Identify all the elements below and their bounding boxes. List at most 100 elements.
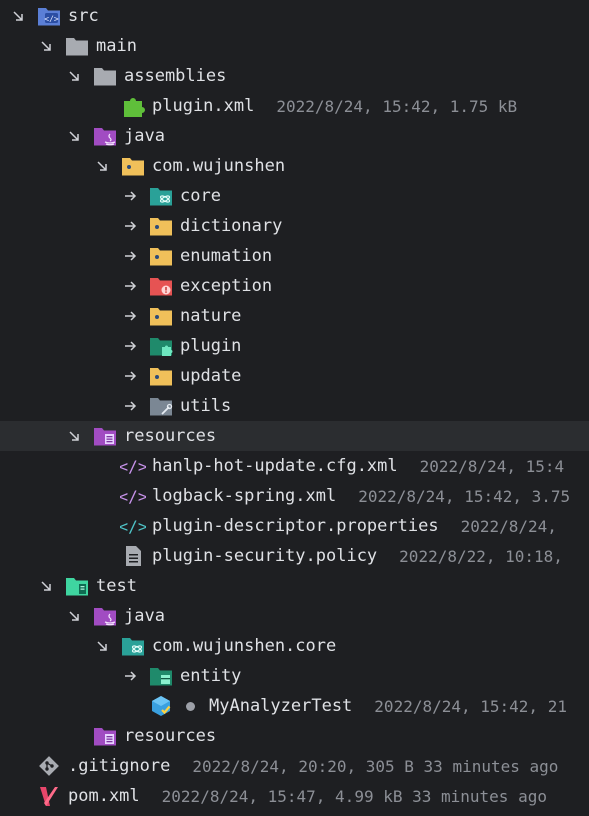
chevron-collapsed-icon[interactable] — [120, 301, 140, 331]
tree-scrollbar[interactable] — [583, 0, 589, 816]
tree-item-label: utils — [180, 396, 232, 416]
tree-row-plugin-security-policy[interactable]: plugin-security.policy 2022/8/22, 10:18, — [0, 541, 589, 571]
tree-row-entity[interactable]: entity — [0, 661, 589, 691]
tree-row-gitignore[interactable]: .gitignore 2022/8/24, 20:20, 305 B 33 min… — [0, 751, 589, 781]
tree-row-com-wujunshen-core[interactable]: com.wujunshen.core — [0, 631, 589, 661]
tree-row-resources[interactable]: resources — [0, 721, 589, 751]
tree-item-label: entity — [180, 666, 242, 686]
chevron-collapsed-icon[interactable] — [120, 181, 140, 211]
chevron-expanded-icon[interactable] — [92, 151, 112, 181]
no-arrow — [8, 781, 28, 811]
tree-row-java[interactable]: java — [0, 121, 589, 151]
no-arrow — [92, 511, 112, 541]
core-package-icon — [148, 183, 174, 209]
tree-row-hanlp-hot-update-cfg-xml[interactable]: </> hanlp-hot-update.cfg.xml 2022/8/24, 1… — [0, 451, 589, 481]
utils-package-icon — [148, 393, 174, 419]
chevron-expanded-icon[interactable] — [64, 601, 84, 631]
tree-row-java[interactable]: java — [0, 601, 589, 631]
resources-folder-icon — [92, 423, 118, 449]
tree-item-label: plugin-descriptor.properties — [152, 516, 439, 536]
chevron-collapsed-icon[interactable] — [120, 391, 140, 421]
tree-item-label: plugin.xml — [152, 96, 255, 116]
file-meta: 2022/8/22, 10:18, — [399, 546, 563, 566]
tree-row-core[interactable]: core — [0, 181, 589, 211]
tree-item-label: update — [180, 366, 242, 386]
tree-item-label: com.wujunshen — [152, 156, 286, 176]
tree-item-label: plugin — [180, 336, 242, 356]
tree-item-label: plugin-security.policy — [152, 546, 378, 566]
tree-item-label: test — [96, 576, 137, 596]
chevron-expanded-icon[interactable] — [64, 61, 84, 91]
tree-row-dictionary[interactable]: dictionary — [0, 211, 589, 241]
chevron-expanded-icon[interactable] — [8, 1, 28, 31]
file-meta: 2022/8/24, — [460, 516, 557, 536]
chevron-expanded-icon[interactable] — [64, 421, 84, 451]
chevron-expanded-icon[interactable] — [36, 571, 56, 601]
xml-file-icon: </> — [120, 483, 146, 509]
chevron-collapsed-icon[interactable] — [120, 331, 140, 361]
entity-package-icon — [148, 663, 174, 689]
chevron-collapsed-icon[interactable] — [120, 661, 140, 691]
tree-item-label: java — [124, 606, 165, 626]
svg-text:</>: </> — [120, 457, 146, 476]
chevron-collapsed-icon[interactable] — [120, 241, 140, 271]
chevron-expanded-icon[interactable] — [92, 631, 112, 661]
package-folder-icon — [148, 243, 174, 269]
tree-row-plugin-descriptor-properties[interactable]: </> plugin-descriptor.properties 2022/8/2… — [0, 511, 589, 541]
folder-gray-icon — [92, 63, 118, 89]
tree-row-enumation[interactable]: enumation — [0, 241, 589, 271]
tree-row-resources[interactable]: resources — [0, 421, 589, 451]
xml-file-icon: </> — [120, 453, 146, 479]
tree-item-label: MyAnalyzerTest — [209, 696, 353, 716]
tree-item-label: resources — [124, 426, 217, 446]
tree-row-plugin-xml[interactable]: plugin.xml 2022/8/24, 15:42, 1.75 kB — [0, 91, 589, 121]
tree-item-label: dictionary — [180, 216, 283, 236]
chevron-expanded-icon[interactable] — [64, 121, 84, 151]
folder-gray-icon — [64, 33, 90, 59]
project-tree: </> src main assemblies plugin.xml 2022/8… — [0, 0, 589, 816]
tree-row-assemblies[interactable]: assemblies — [0, 61, 589, 91]
tree-item-label: exception — [180, 276, 273, 296]
package-folder-icon — [148, 213, 174, 239]
test-folder-icon — [64, 573, 90, 599]
package-folder-icon — [120, 153, 146, 179]
tree-row-logback-spring-xml[interactable]: </> logback-spring.xml 2022/8/24, 15:42, … — [0, 481, 589, 511]
no-arrow — [8, 751, 28, 781]
tree-item-label: main — [96, 36, 137, 56]
maven-file-icon — [36, 783, 62, 809]
java-source-folder-icon — [92, 123, 118, 149]
chevron-collapsed-icon[interactable] — [120, 271, 140, 301]
file-meta: 2022/8/24, 15:42, 1.75 kB — [276, 96, 518, 116]
no-arrow — [120, 691, 140, 721]
chevron-collapsed-icon[interactable] — [120, 361, 140, 391]
no-arrow — [92, 451, 112, 481]
tree-row-pom-xml[interactable]: pom.xml 2022/8/24, 15:47, 4.99 kB 33 minu… — [0, 781, 589, 811]
tree-row-plugin[interactable]: plugin — [0, 331, 589, 361]
git-file-icon — [36, 753, 62, 779]
tree-row-nature[interactable]: nature — [0, 301, 589, 331]
test-class-icon — [148, 693, 174, 719]
tree-row-src[interactable]: </> src — [0, 1, 589, 31]
chevron-expanded-icon[interactable] — [36, 31, 56, 61]
tree-row-utils[interactable]: utils — [0, 391, 589, 421]
tree-item-label: nature — [180, 306, 242, 326]
tree-row-update[interactable]: update — [0, 361, 589, 391]
file-meta: 2022/8/24, 15:42, 21 — [374, 696, 567, 716]
source-folder-icon: </> — [36, 3, 62, 29]
file-meta: 2022/8/24, 15:42, 3.75 — [358, 486, 571, 506]
tree-row-main[interactable]: main — [0, 31, 589, 61]
tree-row-myanalyzertest[interactable]: MyAnalyzerTest 2022/8/24, 15:42, 21 — [0, 691, 589, 721]
plugin-package-icon — [148, 333, 174, 359]
no-arrow — [92, 91, 112, 121]
tree-row-test[interactable]: test — [0, 571, 589, 601]
tree-item-label: com.wujunshen.core — [152, 636, 337, 656]
tree-row-exception[interactable]: exception — [0, 271, 589, 301]
tree-item-label: enumation — [180, 246, 273, 266]
resources-folder-icon — [92, 723, 118, 749]
java-source-folder-icon — [92, 603, 118, 629]
tree-row-com-wujunshen[interactable]: com.wujunshen — [0, 151, 589, 181]
chevron-collapsed-icon[interactable] — [120, 211, 140, 241]
text-file-icon — [120, 543, 146, 569]
exception-package-icon — [148, 273, 174, 299]
file-meta: 2022/8/24, 15:47, 4.99 kB 33 minutes ago — [161, 786, 547, 806]
